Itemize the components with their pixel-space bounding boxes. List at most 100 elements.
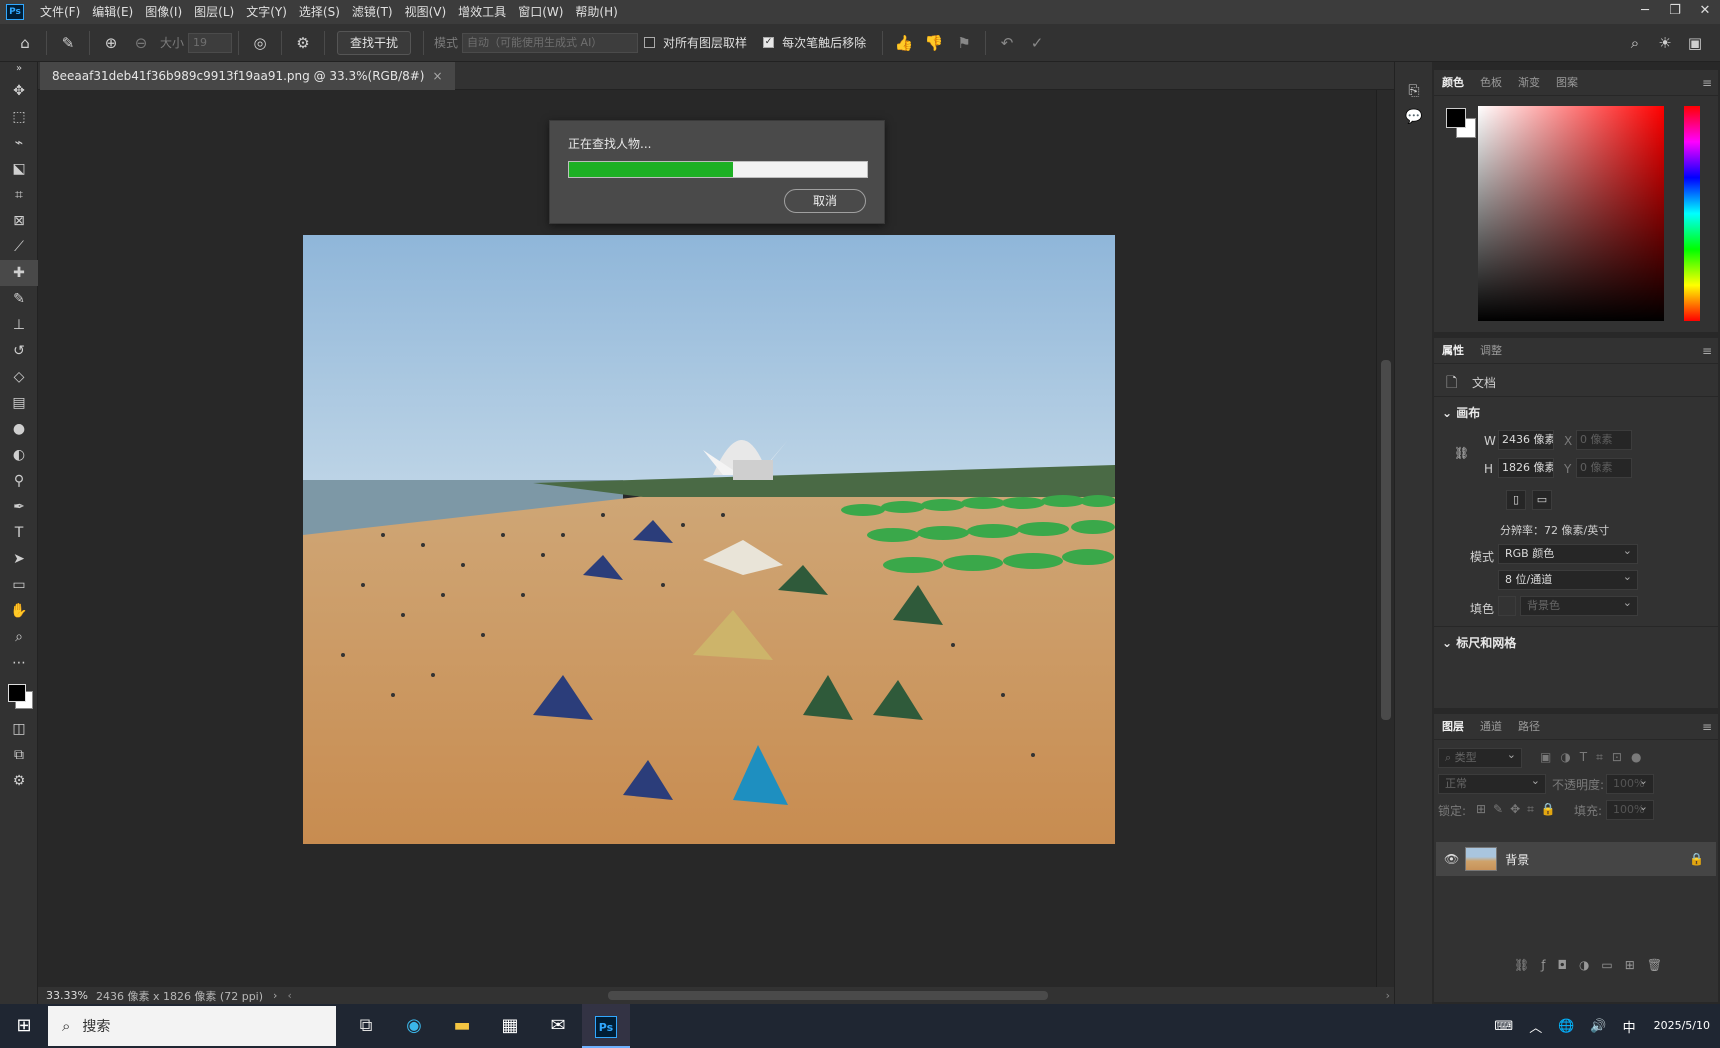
collapse-arrows-icon[interactable]: »: [0, 62, 38, 78]
path-select-tool-icon[interactable]: ➤: [0, 546, 38, 572]
link-icon[interactable]: ⛓: [1454, 446, 1469, 460]
menu-filter[interactable]: 滤镜(T): [346, 0, 399, 24]
comments-panel-icon[interactable]: 💬: [1395, 104, 1433, 130]
taskbar-search-box[interactable]: ⌕ 搜索: [48, 1006, 336, 1046]
commit-check-icon[interactable]: ✓: [1026, 32, 1048, 54]
type-tool-icon[interactable]: T: [0, 520, 38, 546]
tab-gradients[interactable]: 渐变: [1510, 70, 1548, 96]
height-field[interactable]: 1826 像素: [1498, 458, 1554, 478]
clock[interactable]: 2025/5/10: [1644, 1019, 1720, 1033]
remove-after-stroke-box[interactable]: ✓: [763, 37, 775, 48]
hue-slider[interactable]: [1684, 106, 1700, 321]
close-icon[interactable]: ✕: [1690, 0, 1720, 24]
find-distractions-button[interactable]: 查找干扰: [337, 30, 412, 55]
add-mode-icon[interactable]: ⊕: [100, 32, 122, 54]
ime-indicator[interactable]: 中: [1615, 1017, 1644, 1036]
thumbs-up-icon[interactable]: 👍: [893, 32, 915, 54]
portrait-orientation-icon[interactable]: ▯: [1506, 490, 1526, 510]
zoom-lens-tool-icon[interactable]: ⚲: [0, 468, 38, 494]
photoshop-taskbar-icon[interactable]: Ps: [582, 1004, 630, 1048]
lock-icons[interactable]: ⊞✎✥⌗🔒: [1476, 802, 1563, 817]
volume-icon[interactable]: 🔊: [1582, 1019, 1614, 1034]
vertical-scrollbar[interactable]: [1376, 90, 1394, 987]
fill-select[interactable]: 背景色: [1520, 594, 1638, 616]
bit-depth-select[interactable]: 8 位/通道: [1498, 568, 1638, 590]
eyedropper-tool-icon[interactable]: ⟋: [0, 234, 38, 260]
home-icon[interactable]: ⌂: [14, 32, 36, 54]
y-field[interactable]: 0 像素: [1576, 458, 1632, 478]
size-field[interactable]: 19: [188, 32, 233, 53]
file-explorer-icon[interactable]: ▬: [438, 1004, 486, 1048]
dodge-tool-icon[interactable]: ◐: [0, 442, 38, 468]
color-mode-select[interactable]: RGB 颜色: [1498, 542, 1638, 564]
subtract-mode-icon[interactable]: ⊖: [130, 32, 152, 54]
healing-brush-tool-icon[interactable]: ✚: [0, 260, 38, 286]
foreground-color-swatch[interactable]: [8, 684, 26, 702]
layer-actions-icons[interactable]: ⛓ƒ◘◑▭⊞🗑: [1514, 958, 1674, 972]
marquee-tool-icon[interactable]: ⬚: [0, 104, 38, 130]
pen-tool-icon[interactable]: ✒: [0, 494, 38, 520]
opacity-field[interactable]: 100%: [1606, 772, 1654, 794]
mail-icon[interactable]: ✉: [534, 1004, 582, 1048]
scroll-right-icon[interactable]: ›: [1386, 989, 1390, 1002]
tab-properties[interactable]: 属性: [1434, 338, 1472, 364]
color-swatches[interactable]: [0, 676, 37, 716]
task-view-icon[interactable]: ⧉: [342, 1004, 390, 1048]
move-tool-icon[interactable]: ✥: [0, 78, 38, 104]
workspace-icon[interactable]: ▣: [1684, 32, 1706, 54]
history-brush-tool-icon[interactable]: ↺: [0, 338, 38, 364]
object-select-tool-icon[interactable]: ⬕: [0, 156, 38, 182]
pressure-icon[interactable]: ◎: [249, 32, 271, 54]
layer-row[interactable]: 👁 背景 🔒: [1436, 842, 1716, 876]
gradient-tool-icon[interactable]: ▤: [0, 390, 38, 416]
panel-menu-icon[interactable]: ≡: [1702, 338, 1712, 364]
visibility-eye-icon[interactable]: 👁: [1444, 852, 1459, 866]
tab-color[interactable]: 颜色: [1434, 70, 1472, 96]
edge-browser-icon[interactable]: ◉: [390, 1004, 438, 1048]
vertical-scroll-thumb[interactable]: [1381, 360, 1391, 720]
tab-channels[interactable]: 通道: [1472, 714, 1510, 740]
eraser-tool-icon[interactable]: ◇: [0, 364, 38, 390]
zoom-tool-icon[interactable]: ⌕: [0, 624, 38, 650]
width-field[interactable]: 2436 像素: [1498, 430, 1554, 450]
flag-icon[interactable]: ⚑: [953, 32, 975, 54]
status-arrow-icon[interactable]: ›: [273, 989, 277, 1002]
sample-all-layers-box[interactable]: [644, 37, 656, 48]
landscape-orientation-icon[interactable]: ▭: [1532, 490, 1552, 510]
document-info[interactable]: 2436 像素 x 1826 像素 (72 ppi): [96, 988, 263, 1004]
tab-patterns[interactable]: 图案: [1548, 70, 1586, 96]
history-panel-icon[interactable]: ⎘: [1395, 78, 1433, 104]
foreground-color-swatch[interactable]: [1446, 108, 1466, 128]
discover-lightbulb-icon[interactable]: ☀: [1654, 32, 1676, 54]
menu-plugins[interactable]: 增效工具: [452, 0, 512, 24]
layer-filter-icons[interactable]: ▣◑T⌗⊡●: [1540, 750, 1650, 765]
layer-name[interactable]: 背景: [1505, 851, 1529, 868]
canvas-section-header[interactable]: ⌄ 画布: [1442, 404, 1480, 421]
menu-layer[interactable]: 图层(L): [188, 0, 240, 24]
brush-tool-icon[interactable]: ✎: [0, 286, 38, 312]
menu-select[interactable]: 选择(S): [293, 0, 346, 24]
menu-file[interactable]: 文件(F): [34, 0, 86, 24]
menu-view[interactable]: 视图(V): [399, 0, 453, 24]
remove-after-stroke-checkbox[interactable]: ✓ 每次笔触后移除: [763, 34, 870, 51]
windows-start-icon[interactable]: ⊞: [0, 1004, 48, 1048]
layer-fill-field[interactable]: 100%: [1606, 798, 1654, 820]
document-tab[interactable]: 8eeaaf31deb41f36b989c9913f19aa91.png @ 3…: [40, 62, 455, 90]
menu-help[interactable]: 帮助(H): [569, 0, 623, 24]
menu-image[interactable]: 图像(I): [139, 0, 188, 24]
thumbs-down-icon[interactable]: 👎: [923, 32, 945, 54]
remove-tool-icon[interactable]: ✎: [57, 32, 79, 54]
cancel-button[interactable]: 取消: [784, 189, 866, 213]
tab-adjustments[interactable]: 调整: [1472, 338, 1510, 364]
stamp-tool-icon[interactable]: ⊥: [0, 312, 38, 338]
microsoft-store-icon[interactable]: ▦: [486, 1004, 534, 1048]
minimize-icon[interactable]: ─: [1630, 0, 1660, 24]
color-picker-field[interactable]: [1478, 106, 1664, 321]
tab-layers[interactable]: 图层: [1434, 714, 1472, 740]
blur-tool-icon[interactable]: ●: [0, 416, 38, 442]
quick-mask-icon[interactable]: ◫: [0, 716, 38, 742]
menu-type[interactable]: 文字(Y): [240, 0, 293, 24]
keyboard-icon[interactable]: ⌨: [1486, 1019, 1521, 1034]
menu-window[interactable]: 窗口(W): [512, 0, 569, 24]
panel-menu-icon[interactable]: ≡: [1702, 70, 1712, 96]
